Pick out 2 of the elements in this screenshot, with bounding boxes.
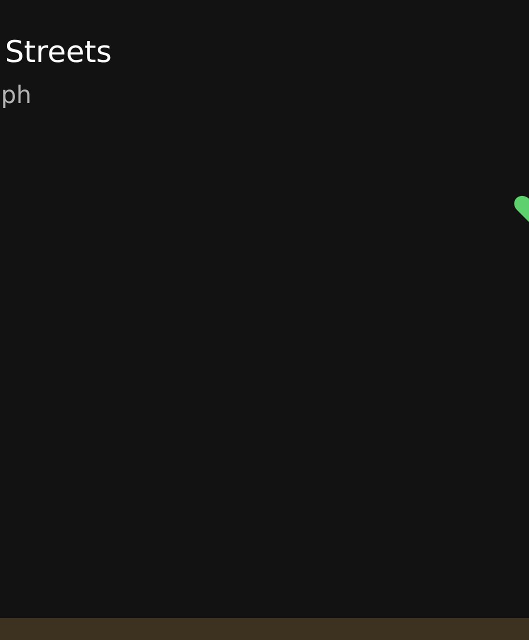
- artist-name[interactable]: ph: [1, 80, 32, 110]
- song-title: Streets: [5, 34, 112, 72]
